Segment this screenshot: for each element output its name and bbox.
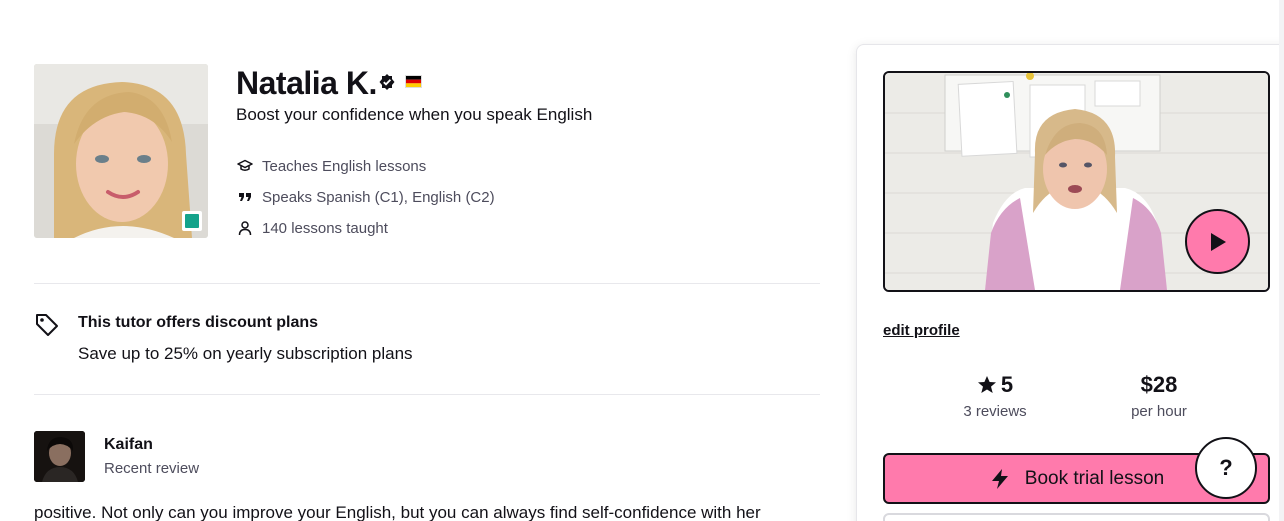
help-button[interactable]: ? xyxy=(1195,437,1257,499)
price-tag-icon xyxy=(36,314,58,336)
review-text: positive. Not only can you improve your … xyxy=(34,503,761,521)
reviewer-name: Kaifan xyxy=(104,436,153,453)
help-icon: ? xyxy=(1219,455,1233,480)
german-flag-icon xyxy=(405,75,422,88)
fact-speaks-text: Speaks Spanish (C1), English (C2) xyxy=(262,188,495,206)
divider xyxy=(34,394,820,395)
star-icon xyxy=(977,376,996,393)
review-tag: Recent review xyxy=(104,460,200,477)
secondary-button[interactable] xyxy=(883,513,1270,521)
rating-stat: 5 3 reviews xyxy=(935,370,1055,420)
book-trial-lesson-label: Book trial lesson xyxy=(1024,467,1165,489)
rating-value: 5 xyxy=(1000,372,1014,397)
price-value: $28 xyxy=(1140,372,1178,397)
divider xyxy=(34,283,820,284)
online-status-indicator xyxy=(182,211,202,231)
play-icon xyxy=(1210,232,1226,251)
reviews-count: 3 reviews xyxy=(963,403,1027,420)
person-icon xyxy=(236,219,254,237)
discount-title: This tutor offers discount plans xyxy=(78,314,319,331)
tutor-name: Natalia K. xyxy=(236,65,377,101)
fact-lessons: 140 lessons taught xyxy=(236,217,388,239)
graduation-cap-icon xyxy=(236,157,254,175)
reviewer-avatar xyxy=(34,431,85,482)
tutor-headline: Boost your confidence when you speak Eng… xyxy=(236,105,593,124)
scrollbar[interactable] xyxy=(1279,0,1284,521)
fact-lessons-text: 140 lessons taught xyxy=(262,219,388,237)
play-video-button[interactable] xyxy=(1185,209,1250,274)
edit-profile-link[interactable]: edit profile xyxy=(883,322,960,339)
verified-badge-icon xyxy=(379,74,395,90)
lightning-bolt-icon xyxy=(991,468,1008,489)
price-stat: $28 per hour xyxy=(1099,370,1219,420)
price-unit: per hour xyxy=(1131,403,1187,420)
fact-teaches-text: Teaches English lessons xyxy=(262,157,427,175)
quote-icon xyxy=(236,188,254,206)
discount-description: Save up to 25% on yearly subscription pl… xyxy=(78,344,413,363)
fact-teaches: Teaches English lessons xyxy=(236,155,426,177)
fact-speaks: Speaks Spanish (C1), English (C2) xyxy=(236,186,495,208)
